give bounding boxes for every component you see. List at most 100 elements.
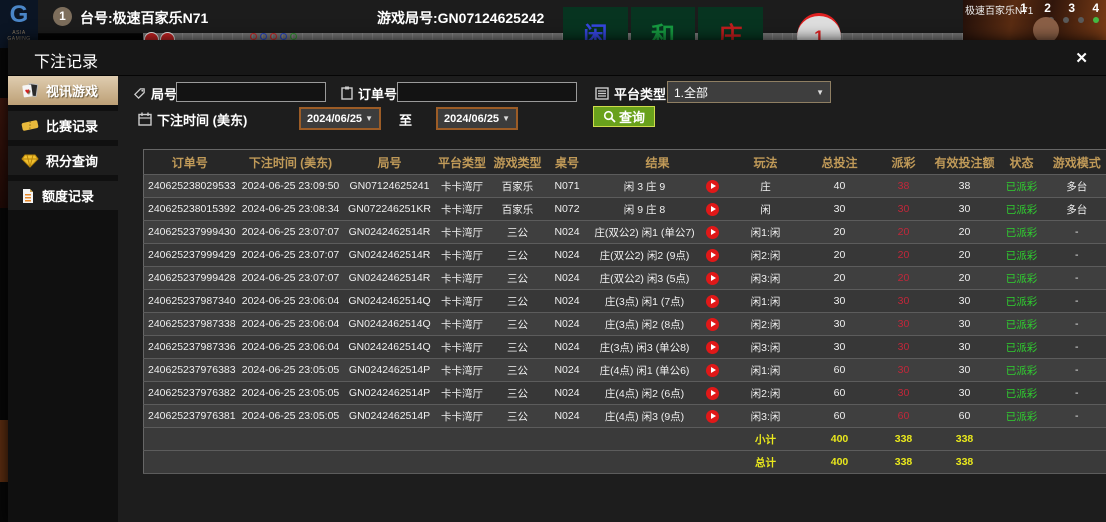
gem-icon xyxy=(21,154,39,168)
camera-dot xyxy=(1093,17,1099,23)
cell-table_no: N024 xyxy=(545,244,590,267)
cell-game: 三公 xyxy=(491,244,545,267)
table-header: 订单号 下注时间 (美东) 局号 平台类型 游戏类型 桌号 结果 玩法 总投注 … xyxy=(144,150,1106,175)
cell-game: 百家乐 xyxy=(491,175,545,198)
table-row: 2406252379994292024-06-25 23:07:07GN0242… xyxy=(144,244,1106,267)
document-icon xyxy=(21,188,35,204)
replay-play-icon[interactable] xyxy=(706,272,719,285)
cell-order: 240625238029533 xyxy=(144,175,236,198)
cell-payout: 30 xyxy=(874,313,934,336)
replay-cell xyxy=(700,175,726,198)
round-no-label: 局号 xyxy=(133,83,177,103)
cell-result: 庄(双公2) 闲3 (5点) xyxy=(590,267,700,290)
cell-result: 庄(双公2) 闲1 (单公7) xyxy=(590,221,700,244)
order-no-input[interactable] xyxy=(397,82,577,102)
cell-round: GN0242462514Q xyxy=(346,313,434,336)
sidebar-item-label: 积分查询 xyxy=(46,151,98,170)
cards-icon: ♥ xyxy=(21,83,39,99)
cell-game: 三公 xyxy=(491,382,545,405)
platform-type-select[interactable]: 1.全部 ▼ xyxy=(667,81,831,103)
cell-mode: - xyxy=(1048,290,1106,313)
bet-spot-banker[interactable]: 庄 xyxy=(698,7,763,40)
sidebar-item-credit-records[interactable]: 额度记录 xyxy=(8,181,118,210)
date-from-picker[interactable]: 2024/06/25 ▼ xyxy=(299,107,381,130)
cell-order: 240625237999428 xyxy=(144,267,236,290)
cell-valid: 38 xyxy=(934,175,996,198)
round-no-input[interactable] xyxy=(176,82,326,102)
col-bet-time: 下注时间 (美东) xyxy=(236,150,346,175)
cell-status: 已派彩 xyxy=(996,336,1048,359)
sidebar-item-points-query[interactable]: 积分查询 xyxy=(8,146,118,175)
cell-bet: 30 xyxy=(806,290,874,313)
close-icon[interactable]: ✕ xyxy=(1069,48,1094,68)
cell-bet: 20 xyxy=(806,267,874,290)
col-status: 状态 xyxy=(996,150,1048,175)
page-underlay-glow xyxy=(0,420,8,482)
col-result: 结果 xyxy=(590,150,726,175)
cell-order: 240625237987336 xyxy=(144,336,236,359)
bet-records-body: 2406252380295332024-06-25 23:09:50GN0712… xyxy=(144,175,1106,428)
bet-spot-tie[interactable]: 和 xyxy=(631,7,696,40)
replay-play-icon[interactable] xyxy=(706,295,719,308)
bet-records-modal: 下注记录 ✕ ♥ 视讯游戏 比赛记录 xyxy=(8,40,1106,522)
cell-payout: 30 xyxy=(874,359,934,382)
bead-green xyxy=(290,33,297,40)
screen: G ASIA GAMING 1 台号:极速百家乐N71 游戏局号:GN07124… xyxy=(0,0,1106,522)
cell-status: 已派彩 xyxy=(996,313,1048,336)
col-play-type: 玩法 xyxy=(726,150,806,175)
cell-time: 2024-06-25 23:09:50 xyxy=(236,175,346,198)
replay-play-icon[interactable] xyxy=(706,249,719,262)
cell-status: 已派彩 xyxy=(996,405,1048,428)
cell-game: 百家乐 xyxy=(491,198,545,221)
cell-status: 已派彩 xyxy=(996,175,1048,198)
bet-spot-player[interactable]: 闲 xyxy=(563,7,628,40)
query-button[interactable]: 查询 xyxy=(593,106,655,127)
cell-bet: 30 xyxy=(806,313,874,336)
cell-game: 三公 xyxy=(491,405,545,428)
cell-bet: 20 xyxy=(806,221,874,244)
cell-mode: 多台 xyxy=(1048,175,1106,198)
cell-order: 240625237976383 xyxy=(144,359,236,382)
replay-cell xyxy=(700,267,726,290)
sidebar-item-video-games[interactable]: ♥ 视讯游戏 xyxy=(8,76,118,105)
order-no-label: 订单号 xyxy=(341,83,397,103)
cell-platform: 卡卡湾厅 xyxy=(434,336,491,359)
replay-play-icon[interactable] xyxy=(706,318,719,331)
cell-game: 三公 xyxy=(491,313,545,336)
cell-result: 庄(双公2) 闲2 (9点) xyxy=(590,244,700,267)
replay-play-icon[interactable] xyxy=(706,226,719,239)
col-game-type: 游戏类型 xyxy=(491,150,545,175)
cell-valid: 20 xyxy=(934,267,996,290)
cell-mode: - xyxy=(1048,382,1106,405)
cell-table_no: N072 xyxy=(545,198,590,221)
cell-time: 2024-06-25 23:05:05 xyxy=(236,382,346,405)
replay-play-icon[interactable] xyxy=(706,410,719,423)
replay-cell xyxy=(700,198,726,221)
cell-game: 三公 xyxy=(491,290,545,313)
cell-play_type: 闲1:闲 xyxy=(726,290,806,313)
replay-play-icon[interactable] xyxy=(706,341,719,354)
sidebar-item-match-records[interactable]: 比赛记录 xyxy=(8,111,118,140)
replay-cell xyxy=(700,290,726,313)
replay-play-icon[interactable] xyxy=(706,203,719,216)
cell-bet: 30 xyxy=(806,336,874,359)
table-number-label: 台号:极速百家乐N71 xyxy=(80,8,208,28)
cell-game: 三公 xyxy=(491,336,545,359)
replay-play-icon[interactable] xyxy=(706,180,719,193)
cell-round: GN0242462514R xyxy=(346,221,434,244)
cell-mode: - xyxy=(1048,221,1106,244)
cell-platform: 卡卡湾厅 xyxy=(434,244,491,267)
cell-order: 240625237987340 xyxy=(144,290,236,313)
col-payout: 派彩 xyxy=(874,150,934,175)
cell-time: 2024-06-25 23:05:05 xyxy=(236,359,346,382)
cell-result: 闲 3 庄 9 xyxy=(590,175,700,198)
replay-play-icon[interactable] xyxy=(706,387,719,400)
cell-table_no: N024 xyxy=(545,267,590,290)
replay-play-icon[interactable] xyxy=(706,364,719,377)
cell-time: 2024-06-25 23:07:07 xyxy=(236,244,346,267)
date-to-picker[interactable]: 2024/06/25 ▼ xyxy=(436,107,518,130)
replay-cell xyxy=(700,359,726,382)
platform-type-label: 平台类型 xyxy=(595,83,666,103)
dealer-video-feed: 极速百家乐N71 1 2 3 4 xyxy=(963,0,1106,40)
table-row: 2406252379763832024-06-25 23:05:05GN0242… xyxy=(144,359,1106,382)
